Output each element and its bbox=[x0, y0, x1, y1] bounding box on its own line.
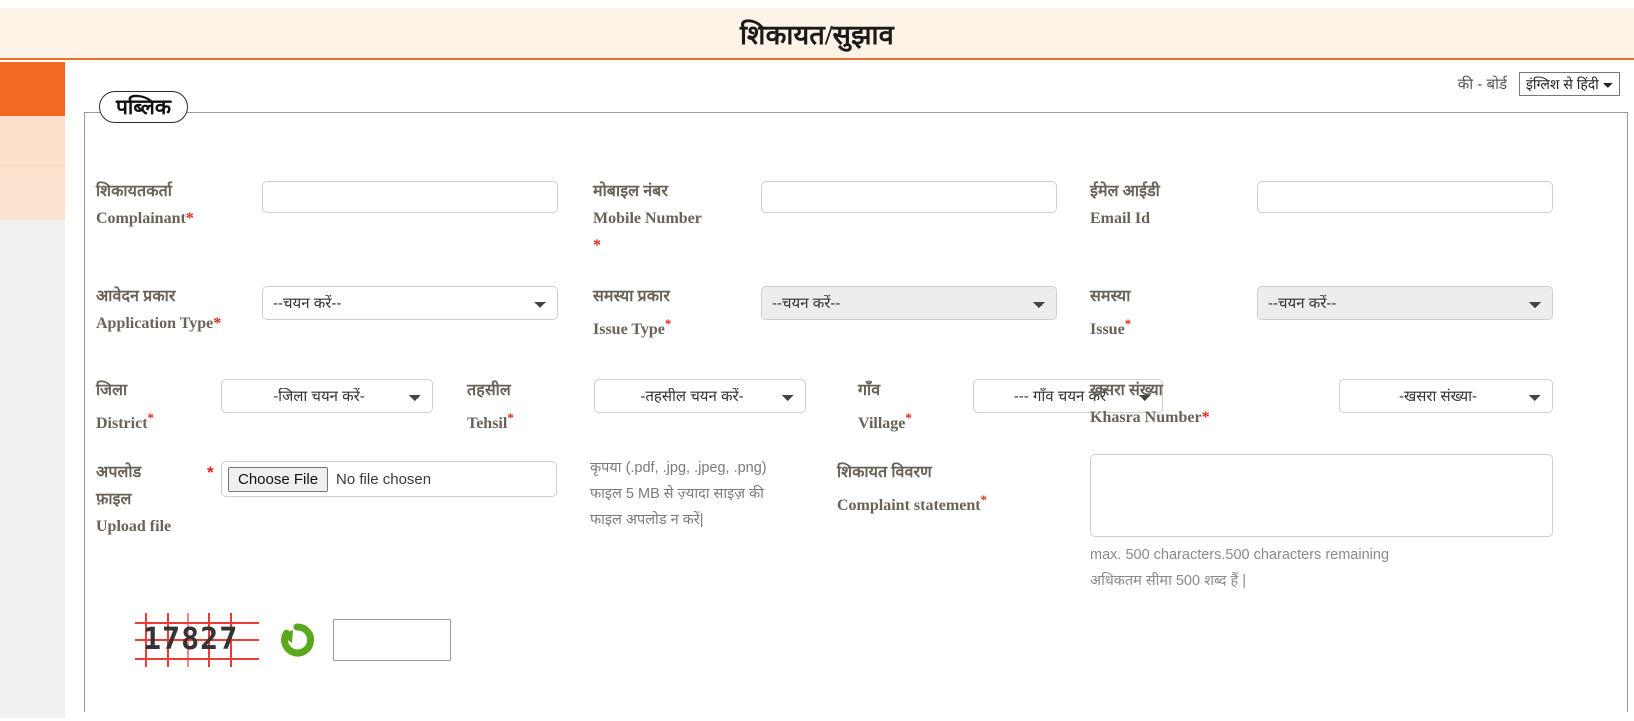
village-required-mark: * bbox=[905, 410, 912, 425]
complainant-label-en: Complainant bbox=[96, 210, 186, 227]
village-label-hi: गाँव bbox=[858, 382, 881, 399]
top-white-strip bbox=[0, 0, 1634, 8]
left-sidebar bbox=[0, 62, 65, 721]
issue-label: समस्या Issue* bbox=[1090, 283, 1250, 343]
captcha-image: 17827 bbox=[135, 613, 259, 667]
file-status-text: No file chosen bbox=[336, 470, 432, 488]
email-input[interactable] bbox=[1257, 181, 1553, 213]
tehsil-label: तहसील Tehsil* bbox=[467, 377, 577, 437]
district-required-mark: * bbox=[147, 410, 155, 425]
complaint-statement-label-en: Complaint statement bbox=[837, 497, 981, 515]
issue-type-label-hi: समस्या प्रकार bbox=[593, 288, 670, 305]
village-label-en: Village bbox=[858, 415, 906, 433]
tehsil-required-mark: * bbox=[507, 410, 514, 425]
captcha-input[interactable] bbox=[333, 619, 451, 661]
upload-file-input[interactable]: Choose File No file chosen bbox=[221, 461, 557, 497]
upload-hint-line-3: फाइल अपलोड न करें| bbox=[590, 512, 704, 528]
khasra-label-en: Khasra Number bbox=[1090, 409, 1202, 426]
upload-hint-line-2: फाइल 5 MB से ज़्यादा साइज़ की bbox=[590, 486, 764, 502]
upload-file-label-hi-2: फ़ाइल bbox=[96, 491, 132, 508]
khasra-label: खसरा संख्या Khasra Number* bbox=[1090, 377, 1230, 431]
mobile-label-hi: मोबाइल नंबर bbox=[593, 183, 669, 200]
tehsil-select[interactable]: -तहसील चयन करें- bbox=[594, 379, 806, 413]
keyboard-language-select[interactable]: इंग्लिश से हिंदी bbox=[1519, 72, 1620, 96]
tehsil-label-en: Tehsil bbox=[467, 415, 508, 433]
issue-required-mark: * bbox=[1124, 316, 1132, 331]
refresh-icon[interactable] bbox=[277, 620, 317, 660]
upload-file-label-hi-1: अपलोड bbox=[96, 464, 142, 481]
sidebar-block-1[interactable] bbox=[0, 116, 65, 165]
mobile-input[interactable] bbox=[761, 181, 1057, 213]
mobile-label-en: Mobile Number bbox=[593, 210, 702, 227]
counter-line-en: max. 500 characters.500 characters remai… bbox=[1090, 547, 1390, 563]
complainant-required-mark: * bbox=[185, 210, 194, 227]
district-select[interactable]: -जिला चयन करें- bbox=[221, 379, 433, 413]
sidebar-block-active[interactable] bbox=[0, 62, 65, 116]
email-label: ईमेल आईडी Email Id bbox=[1090, 178, 1250, 232]
district-label: जिला District* bbox=[96, 377, 216, 437]
page-header: शिकायत/सुझाव bbox=[0, 8, 1634, 60]
captcha-row: 17827 bbox=[135, 613, 451, 667]
email-label-hi: ईमेल आईडी bbox=[1090, 183, 1160, 200]
upload-hint-line-1: कृपया (.pdf, .jpg, .jpeg, .png) bbox=[590, 460, 767, 476]
khasra-label-hi: खसरा संख्या bbox=[1090, 382, 1163, 399]
district-label-hi: जिला bbox=[96, 382, 128, 399]
complaint-statement-textarea[interactable] bbox=[1090, 454, 1553, 537]
complaint-form-page: शिकायत/सुझाव की - बोर्ड इंग्लिश से हिंदी… bbox=[0, 0, 1634, 721]
issue-type-label-en: Issue Type bbox=[593, 321, 665, 339]
district-label-en: District bbox=[96, 415, 148, 433]
upload-required-mark: * bbox=[207, 463, 214, 482]
counter-line-hi: अधिकतम सीमा 500 शब्द हैं | bbox=[1090, 573, 1246, 589]
application-type-select[interactable]: --चयन करें-- bbox=[262, 286, 558, 320]
complaint-statement-required-mark: * bbox=[980, 492, 988, 507]
mobile-required-mark: * bbox=[593, 237, 601, 254]
application-type-label-en: Application Type bbox=[96, 315, 214, 332]
application-type-label: आवेदन प्रकार Application Type* bbox=[96, 283, 256, 337]
complainant-label: शिकायतकर्ता Complainant* bbox=[96, 178, 256, 232]
complaint-statement-label: शिकायत विवरण Complaint statement* bbox=[837, 459, 1052, 519]
keyboard-label: की - बोर्ड bbox=[1457, 76, 1507, 93]
issue-type-label: समस्या प्रकार Issue Type* bbox=[593, 283, 768, 343]
sidebar-block-empty bbox=[0, 220, 65, 721]
issue-label-hi: समस्या bbox=[1090, 288, 1131, 305]
issue-label-en: Issue bbox=[1090, 321, 1125, 339]
tehsil-label-hi: तहसील bbox=[467, 382, 511, 399]
upload-file-label: अपलोड फ़ाइल Upload file bbox=[96, 459, 196, 540]
captcha-code: 17827 bbox=[143, 622, 239, 657]
complainant-input[interactable] bbox=[262, 181, 558, 213]
khasra-select[interactable]: -खसरा संख्या- bbox=[1339, 379, 1553, 413]
public-fieldset: पब्लिक शिकायतकर्ता Complainant* मोबाइल न… bbox=[84, 91, 1628, 712]
mobile-label: मोबाइल नंबर Mobile Number * bbox=[593, 178, 768, 259]
issue-type-select[interactable]: --चयन करें-- bbox=[761, 286, 1057, 320]
village-label: गाँव Village* bbox=[858, 377, 968, 437]
issue-type-required-mark: * bbox=[664, 316, 672, 331]
khasra-required-mark: * bbox=[1201, 409, 1210, 426]
issue-select[interactable]: --चयन करें-- bbox=[1257, 286, 1553, 320]
complaint-statement-counter: max. 500 characters.500 characters remai… bbox=[1090, 542, 1389, 594]
application-type-required-mark: * bbox=[213, 315, 222, 332]
email-label-en: Email Id bbox=[1090, 210, 1151, 227]
page-title: शिकायत/सुझाव bbox=[740, 19, 894, 50]
keyboard-selector-row: की - बोर्ड इंग्लिश से हिंदी bbox=[1458, 72, 1620, 96]
complaint-form: शिकायतकर्ता Complainant* मोबाइल नंबर Mob… bbox=[85, 113, 1627, 667]
choose-file-button[interactable]: Choose File bbox=[228, 466, 329, 492]
complainant-label-hi: शिकायतकर्ता bbox=[96, 183, 173, 200]
sidebar-block-2[interactable] bbox=[0, 165, 65, 220]
upload-hint-text: कृपया (.pdf, .jpg, .jpeg, .png) फाइल 5 M… bbox=[590, 455, 830, 533]
upload-file-label-en: Upload file bbox=[96, 518, 172, 535]
application-type-label-hi: आवेदन प्रकार bbox=[96, 288, 176, 305]
complaint-statement-label-hi: शिकायत विवरण bbox=[837, 464, 932, 481]
